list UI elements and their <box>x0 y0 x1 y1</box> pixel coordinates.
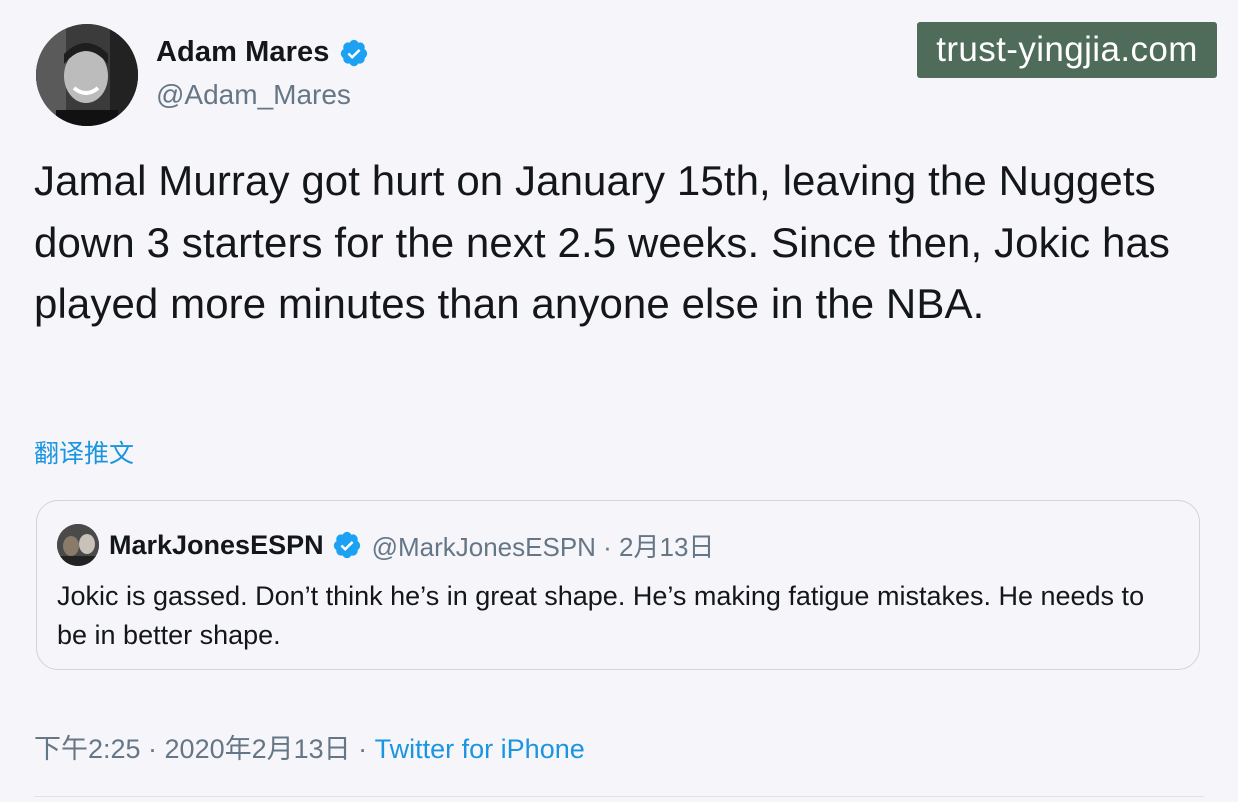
quoted-tweet-text: Jokic is gassed. Don’t think he’s in gre… <box>57 581 1145 650</box>
quoted-author-avatar <box>57 524 99 566</box>
watermark-label: trust-yingjia.com <box>917 22 1217 78</box>
avatar-photo-icon <box>36 24 138 126</box>
tweet-page: Adam Mares @Adam_Mares trust-yingjia.com… <box>0 0 1238 802</box>
quoted-tweet-header: MarkJonesESPN @MarkJonesESPN · 2月13日 <box>57 523 714 567</box>
tweet-source-link[interactable]: Twitter for iPhone <box>375 734 585 764</box>
quoted-avatar-photo-icon <box>57 524 99 566</box>
quoted-author-name: MarkJonesESPN <box>109 529 324 560</box>
tweet-timestamp[interactable]: 下午2:25 · 2020年2月13日 · <box>34 734 375 764</box>
tweet-footer: 下午2:25 · 2020年2月13日 · Twitter for iPhone <box>34 727 585 766</box>
author-handle[interactable]: @Adam_Mares <box>156 79 351 111</box>
translate-tweet-link[interactable]: 翻译推文 <box>34 434 134 470</box>
author-name[interactable]: Adam Mares <box>156 36 329 69</box>
tweet-text: Jamal Murray got hurt on January 15th, l… <box>34 157 1171 327</box>
quoted-verified-badge-icon <box>333 531 360 559</box>
author-name-row[interactable]: Adam Mares <box>156 36 369 69</box>
quoted-tweet-card[interactable]: MarkJonesESPN @MarkJonesESPN · 2月13日 Jok… <box>36 500 1200 670</box>
quoted-handle-date: @MarkJonesESPN · 2月13日 <box>371 531 715 562</box>
author-avatar[interactable] <box>36 24 138 126</box>
divider <box>34 796 1204 797</box>
verified-badge-icon <box>341 39 368 66</box>
